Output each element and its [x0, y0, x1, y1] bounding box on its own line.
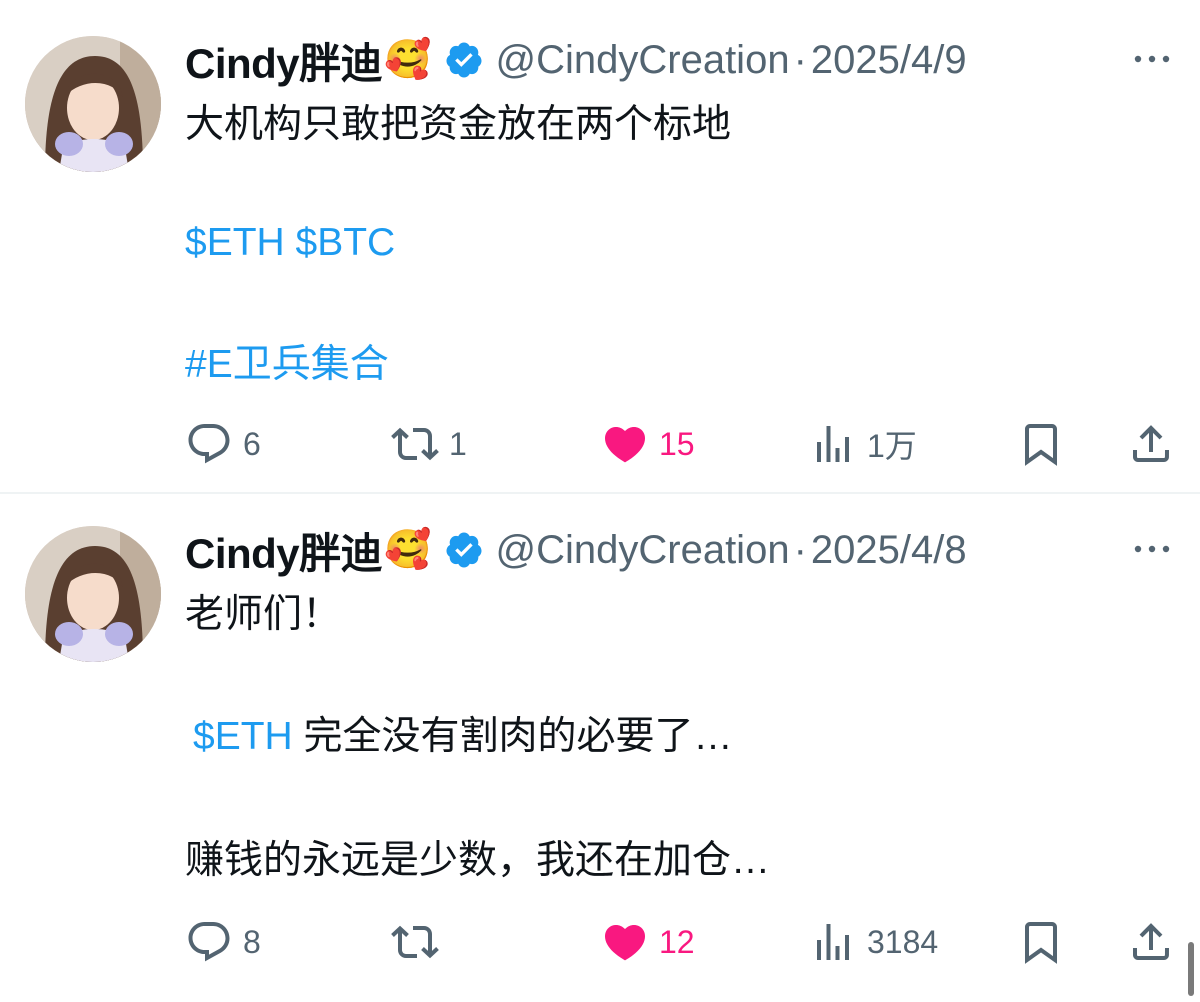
share-icon: [1133, 923, 1169, 960]
author-name[interactable]: Cindy胖迪: [185, 520, 383, 581]
views-count: 3184: [867, 923, 939, 960]
verified-badge-icon[interactable]: [444, 40, 484, 80]
repost-icon: [391, 427, 439, 461]
repost-button[interactable]: 1: [391, 414, 467, 474]
tweet-date[interactable]: 2025/4/8: [811, 528, 967, 573]
like-heart-icon: [604, 427, 646, 463]
text-line: 大机构只敢把资金放在两个标地: [185, 103, 732, 146]
bookmark-button[interactable]: [1017, 414, 1065, 474]
repost-icon: [391, 925, 439, 959]
text-line: 老师们！: [185, 593, 342, 636]
share-icon: [1133, 425, 1169, 462]
scrollbar[interactable]: [1188, 942, 1194, 996]
tweet-date[interactable]: 2025/4/9: [811, 38, 967, 83]
views-icon: [817, 924, 849, 960]
tweet[interactable]: Cindy胖迪 🥰 @CindyCreation · 2025/4/9 大机构只…: [0, 0, 1200, 492]
like-heart-icon: [604, 925, 646, 961]
text-line: $ETH 完全没有割肉的必要了…: [193, 708, 733, 766]
separator-dot: ·: [793, 37, 807, 82]
avatar[interactable]: [25, 526, 161, 662]
share-button[interactable]: [1127, 414, 1175, 474]
reply-icon: [188, 424, 230, 464]
verified-badge-icon[interactable]: [444, 530, 484, 570]
like-button[interactable]: 15: [601, 414, 695, 474]
reply-button[interactable]: 6: [185, 414, 261, 474]
like-count: 15: [659, 425, 695, 462]
separator-dot: ·: [793, 527, 807, 572]
tweet-header: Cindy胖迪 🥰 @CindyCreation · 2025/4/9: [185, 32, 967, 88]
author-handle[interactable]: @CindyCreation: [496, 528, 790, 573]
repost-button[interactable]: [391, 912, 449, 972]
reply-count: 8: [243, 923, 261, 960]
tweet-header: Cindy胖迪 🥰 @CindyCreation · 2025/4/8: [185, 522, 967, 578]
views-count: 1万: [867, 428, 917, 464]
reply-count: 6: [243, 425, 261, 462]
share-button[interactable]: [1127, 912, 1175, 972]
repost-count: 1: [449, 425, 467, 462]
author-emoji: 🥰: [384, 529, 432, 571]
action-bar: 8 12 3184: [185, 912, 1175, 972]
views-icon: [817, 426, 849, 462]
like-button[interactable]: 12: [601, 912, 695, 972]
avatar-photo: [25, 526, 161, 662]
avatar-photo: [25, 36, 161, 172]
bookmark-icon: [1025, 424, 1057, 466]
more-icon[interactable]: [1132, 534, 1172, 564]
tweet[interactable]: Cindy胖迪 🥰 @CindyCreation · 2025/4/8 老师们！…: [0, 494, 1200, 1002]
cashtag-link[interactable]: $ETH: [193, 715, 293, 758]
views-button[interactable]: 1万: [809, 414, 917, 474]
author-name[interactable]: Cindy胖迪: [185, 30, 383, 91]
text-segment: 完全没有割肉的必要了…: [303, 715, 733, 758]
author-emoji: 🥰: [384, 39, 432, 81]
text-line: 赚钱的永远是少数，我还在加仓…: [185, 839, 771, 882]
author-handle[interactable]: @CindyCreation: [496, 38, 790, 83]
like-count: 12: [659, 923, 695, 960]
reply-icon: [188, 922, 230, 962]
reply-button[interactable]: 8: [185, 912, 261, 972]
bookmark-button[interactable]: [1017, 912, 1065, 972]
action-bar: 6 1 15 1万: [185, 414, 1175, 474]
views-button[interactable]: 3184: [809, 912, 938, 972]
cashtag-links[interactable]: $ETH $BTC: [185, 214, 395, 272]
avatar[interactable]: [25, 36, 161, 172]
more-icon[interactable]: [1132, 44, 1172, 74]
bookmark-icon: [1025, 922, 1057, 964]
hashtag-link[interactable]: #E卫兵集合: [185, 336, 389, 394]
